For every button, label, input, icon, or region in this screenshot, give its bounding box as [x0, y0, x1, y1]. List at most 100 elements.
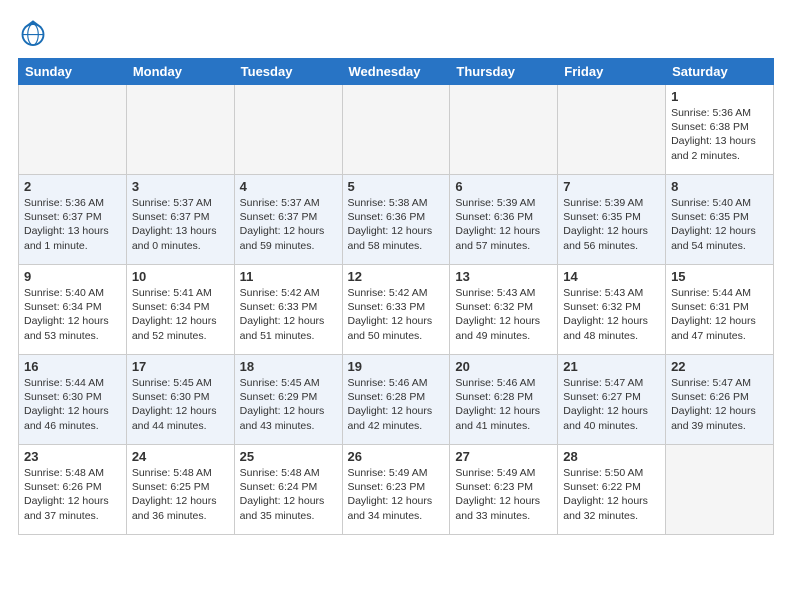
calendar-cell: 20 Sunrise: 5:46 AMSunset: 6:28 PMDayligh… — [450, 355, 558, 445]
day-number: 11 — [240, 269, 337, 284]
calendar-cell: 22 Sunrise: 5:47 AMSunset: 6:26 PMDayligh… — [666, 355, 774, 445]
calendar-week-row: 23 Sunrise: 5:48 AMSunset: 6:26 PMDayligh… — [19, 445, 774, 535]
day-info: Sunrise: 5:45 AMSunset: 6:29 PMDaylight:… — [240, 376, 337, 433]
day-number: 18 — [240, 359, 337, 374]
calendar-cell: 4 Sunrise: 5:37 AMSunset: 6:37 PMDaylight… — [234, 175, 342, 265]
day-info: Sunrise: 5:48 AMSunset: 6:25 PMDaylight:… — [132, 466, 229, 523]
calendar-week-row: 1 Sunrise: 5:36 AMSunset: 6:38 PMDaylight… — [19, 85, 774, 175]
calendar-cell: 12 Sunrise: 5:42 AMSunset: 6:33 PMDayligh… — [342, 265, 450, 355]
day-number: 12 — [348, 269, 445, 284]
calendar-cell — [126, 85, 234, 175]
day-info: Sunrise: 5:46 AMSunset: 6:28 PMDaylight:… — [455, 376, 552, 433]
logo-icon — [18, 18, 48, 48]
calendar-cell: 3 Sunrise: 5:37 AMSunset: 6:37 PMDaylight… — [126, 175, 234, 265]
day-number: 17 — [132, 359, 229, 374]
day-number: 21 — [563, 359, 660, 374]
calendar-cell: 11 Sunrise: 5:42 AMSunset: 6:33 PMDayligh… — [234, 265, 342, 355]
calendar-cell — [450, 85, 558, 175]
day-info: Sunrise: 5:42 AMSunset: 6:33 PMDaylight:… — [348, 286, 445, 343]
day-number: 13 — [455, 269, 552, 284]
day-info: Sunrise: 5:37 AMSunset: 6:37 PMDaylight:… — [240, 196, 337, 253]
day-info: Sunrise: 5:36 AMSunset: 6:38 PMDaylight:… — [671, 106, 768, 163]
calendar-cell: 6 Sunrise: 5:39 AMSunset: 6:36 PMDaylight… — [450, 175, 558, 265]
day-number: 19 — [348, 359, 445, 374]
calendar-week-row: 9Sunrise: 5:40 AMSunset: 6:34 PMDaylight… — [19, 265, 774, 355]
calendar-cell: 26 Sunrise: 5:49 AMSunset: 6:23 PMDayligh… — [342, 445, 450, 535]
calendar-cell: 24 Sunrise: 5:48 AMSunset: 6:25 PMDayligh… — [126, 445, 234, 535]
day-info: Sunrise: 5:41 AMSunset: 6:34 PMDaylight:… — [132, 286, 229, 343]
calendar-cell: 17 Sunrise: 5:45 AMSunset: 6:30 PMDayligh… — [126, 355, 234, 445]
day-number: 5 — [348, 179, 445, 194]
calendar-week-row: 16 Sunrise: 5:44 AMSunset: 6:30 PMDayligh… — [19, 355, 774, 445]
day-number: 26 — [348, 449, 445, 464]
weekday-header-wednesday: Wednesday — [342, 59, 450, 85]
logo — [18, 18, 50, 48]
calendar-cell — [234, 85, 342, 175]
day-info: Sunrise: 5:36 AMSunset: 6:37 PMDaylight:… — [24, 196, 121, 253]
weekday-header-saturday: Saturday — [666, 59, 774, 85]
calendar-cell: 16 Sunrise: 5:44 AMSunset: 6:30 PMDayligh… — [19, 355, 127, 445]
day-number: 15 — [671, 269, 768, 284]
calendar: SundayMondayTuesdayWednesdayThursdayFrid… — [18, 58, 774, 535]
day-info: Sunrise: 5:44 AMSunset: 6:30 PMDaylight:… — [24, 376, 121, 433]
day-number: 9 — [24, 269, 121, 284]
calendar-cell — [666, 445, 774, 535]
day-number: 28 — [563, 449, 660, 464]
day-number: 10 — [132, 269, 229, 284]
day-number: 22 — [671, 359, 768, 374]
day-number: 16 — [24, 359, 121, 374]
weekday-header-tuesday: Tuesday — [234, 59, 342, 85]
day-info: Sunrise: 5:48 AMSunset: 6:26 PMDaylight:… — [24, 466, 121, 523]
calendar-cell: 23 Sunrise: 5:48 AMSunset: 6:26 PMDayligh… — [19, 445, 127, 535]
header — [18, 18, 774, 48]
weekday-header-monday: Monday — [126, 59, 234, 85]
day-info: Sunrise: 5:37 AMSunset: 6:37 PMDaylight:… — [132, 196, 229, 253]
weekday-header-sunday: Sunday — [19, 59, 127, 85]
day-number: 8 — [671, 179, 768, 194]
calendar-cell: 2Sunrise: 5:36 AMSunset: 6:37 PMDaylight… — [19, 175, 127, 265]
day-number: 3 — [132, 179, 229, 194]
calendar-cell: 14 Sunrise: 5:43 AMSunset: 6:32 PMDayligh… — [558, 265, 666, 355]
day-info: Sunrise: 5:43 AMSunset: 6:32 PMDaylight:… — [455, 286, 552, 343]
calendar-cell: 19 Sunrise: 5:46 AMSunset: 6:28 PMDayligh… — [342, 355, 450, 445]
calendar-cell: 25Sunrise: 5:48 AMSunset: 6:24 PMDayligh… — [234, 445, 342, 535]
calendar-cell — [19, 85, 127, 175]
calendar-cell — [342, 85, 450, 175]
day-info: Sunrise: 5:49 AMSunset: 6:23 PMDaylight:… — [348, 466, 445, 523]
calendar-cell — [558, 85, 666, 175]
page: SundayMondayTuesdayWednesdayThursdayFrid… — [0, 0, 792, 545]
day-info: Sunrise: 5:47 AMSunset: 6:27 PMDaylight:… — [563, 376, 660, 433]
day-info: Sunrise: 5:46 AMSunset: 6:28 PMDaylight:… — [348, 376, 445, 433]
calendar-cell: 28 Sunrise: 5:50 AMSunset: 6:22 PMDayligh… — [558, 445, 666, 535]
day-number: 7 — [563, 179, 660, 194]
day-info: Sunrise: 5:43 AMSunset: 6:32 PMDaylight:… — [563, 286, 660, 343]
day-info: Sunrise: 5:45 AMSunset: 6:30 PMDaylight:… — [132, 376, 229, 433]
calendar-cell: 15Sunrise: 5:44 AMSunset: 6:31 PMDayligh… — [666, 265, 774, 355]
weekday-header-thursday: Thursday — [450, 59, 558, 85]
day-info: Sunrise: 5:39 AMSunset: 6:36 PMDaylight:… — [455, 196, 552, 253]
calendar-cell: 10 Sunrise: 5:41 AMSunset: 6:34 PMDayligh… — [126, 265, 234, 355]
calendar-cell: 13 Sunrise: 5:43 AMSunset: 6:32 PMDayligh… — [450, 265, 558, 355]
day-number: 6 — [455, 179, 552, 194]
weekday-header-friday: Friday — [558, 59, 666, 85]
day-info: Sunrise: 5:48 AMSunset: 6:24 PMDaylight:… — [240, 466, 337, 523]
day-info: Sunrise: 5:50 AMSunset: 6:22 PMDaylight:… — [563, 466, 660, 523]
day-number: 23 — [24, 449, 121, 464]
day-number: 1 — [671, 89, 768, 104]
calendar-cell: 18 Sunrise: 5:45 AMSunset: 6:29 PMDayligh… — [234, 355, 342, 445]
weekday-header-row: SundayMondayTuesdayWednesdayThursdayFrid… — [19, 59, 774, 85]
day-number: 20 — [455, 359, 552, 374]
day-info: Sunrise: 5:39 AMSunset: 6:35 PMDaylight:… — [563, 196, 660, 253]
day-info: Sunrise: 5:42 AMSunset: 6:33 PMDaylight:… — [240, 286, 337, 343]
calendar-cell: 21 Sunrise: 5:47 AMSunset: 6:27 PMDayligh… — [558, 355, 666, 445]
day-number: 14 — [563, 269, 660, 284]
calendar-cell: 1 Sunrise: 5:36 AMSunset: 6:38 PMDaylight… — [666, 85, 774, 175]
day-info: Sunrise: 5:49 AMSunset: 6:23 PMDaylight:… — [455, 466, 552, 523]
day-info: Sunrise: 5:47 AMSunset: 6:26 PMDaylight:… — [671, 376, 768, 433]
day-info: Sunrise: 5:40 AMSunset: 6:35 PMDaylight:… — [671, 196, 768, 253]
day-info: Sunrise: 5:38 AMSunset: 6:36 PMDaylight:… — [348, 196, 445, 253]
day-number: 4 — [240, 179, 337, 194]
calendar-cell: 7 Sunrise: 5:39 AMSunset: 6:35 PMDaylight… — [558, 175, 666, 265]
calendar-cell: 27Sunrise: 5:49 AMSunset: 6:23 PMDayligh… — [450, 445, 558, 535]
day-number: 24 — [132, 449, 229, 464]
